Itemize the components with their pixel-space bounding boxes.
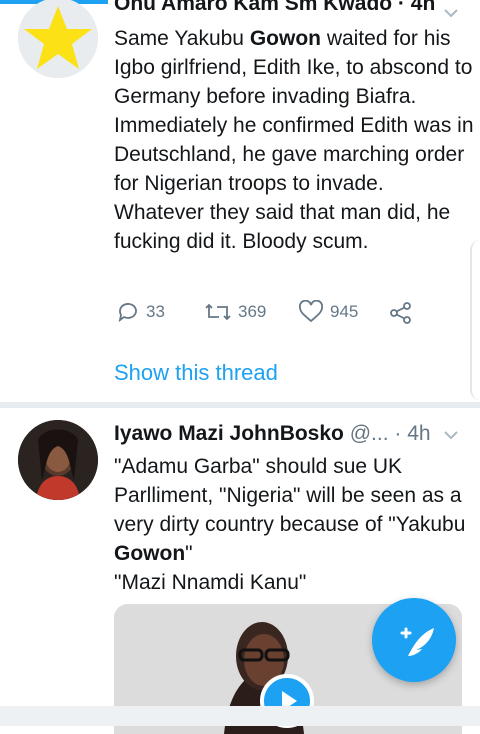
tweet-header: Iyawo Mazi JohnBosko @... · 4h <box>114 422 431 446</box>
avatar[interactable] <box>18 420 98 500</box>
reply-button[interactable]: 33 <box>116 300 165 324</box>
tweet-text-highlight: Gowon <box>114 542 186 565</box>
retweet-button[interactable]: 369 <box>204 300 266 324</box>
like-count: 945 <box>330 302 359 321</box>
display-name[interactable]: Iyawo Mazi JohnBosko <box>114 422 344 445</box>
profile-photo <box>18 420 98 500</box>
star-icon <box>18 0 98 78</box>
tweet-text-part: "Adamu Garba" should sue UK Parlliment, … <box>114 455 466 536</box>
timestamp[interactable]: 4h <box>407 422 430 445</box>
reply-count: 33 <box>146 302 165 321</box>
tweet-card[interactable]: Onu Amaro Kam Sm Kwado · 4h Same Yakubu … <box>0 0 480 402</box>
share-icon <box>390 302 411 324</box>
heart-icon <box>299 300 323 323</box>
tweet-text: "Adamu Garba" should sue UK Parlliment, … <box>114 452 474 597</box>
tweet-text-highlight: Gowon <box>249 27 321 50</box>
compose-feather-icon <box>400 627 434 656</box>
retweet-count: 369 <box>238 302 267 321</box>
like-button[interactable]: 945 <box>298 300 358 324</box>
user-handle[interactable]: @... <box>350 422 389 445</box>
tweet-header: Onu Amaro Kam Sm Kwado · 4h <box>114 0 436 15</box>
tweet-text-part: Same Yakubu <box>114 27 250 50</box>
retweet-icon <box>205 303 231 321</box>
chevron-down-icon[interactable] <box>442 426 460 444</box>
reply-icon <box>118 303 137 323</box>
show-thread-link[interactable]: Show this thread <box>114 360 278 386</box>
compose-tweet-button[interactable] <box>372 598 456 682</box>
tweet-text-part: waited for his Igbo girlfriend, Edith Ik… <box>114 27 474 253</box>
share-button[interactable] <box>388 300 414 326</box>
avatar[interactable] <box>18 0 98 78</box>
bottom-bar <box>0 706 480 726</box>
tweet-actions: 33 369 945 <box>114 300 434 328</box>
tweet-text: Same Yakubu Gowon waited for his Igbo gi… <box>114 24 474 256</box>
chevron-down-icon[interactable] <box>442 4 460 22</box>
scrollbar[interactable] <box>470 240 480 400</box>
separator-dot: · <box>394 422 402 445</box>
